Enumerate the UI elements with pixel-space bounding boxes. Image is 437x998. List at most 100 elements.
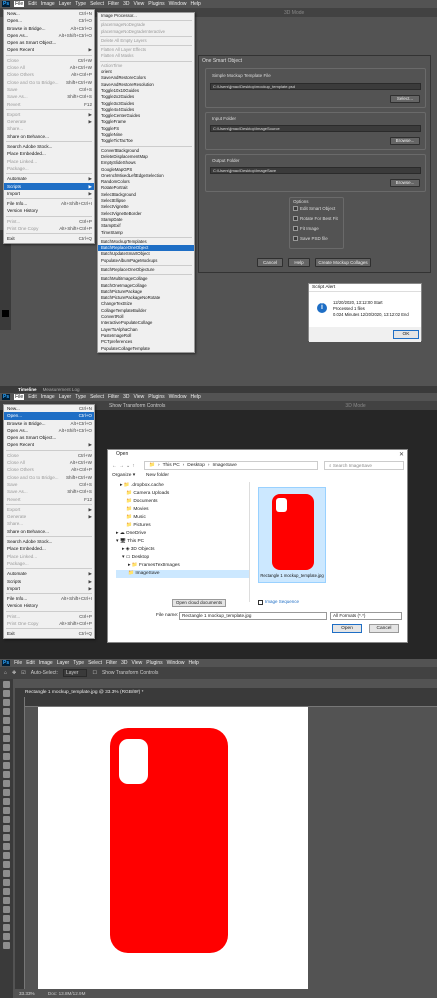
tool-icon[interactable] <box>3 843 10 850</box>
tool-icon[interactable] <box>3 816 10 823</box>
file-menu-item[interactable]: New... Ctrl+N <box>4 10 94 17</box>
measurement-log-tab[interactable]: Measurement Log <box>43 386 80 393</box>
menu-view-2[interactable]: View <box>134 394 145 400</box>
show-transform-checkbox[interactable]: ☐ <box>92 670 96 676</box>
tool-icon[interactable] <box>3 933 10 940</box>
new-folder-button[interactable]: New folder <box>146 473 169 478</box>
file-menu-item[interactable]: Scripts ▶ <box>4 182 94 190</box>
menu-file-2[interactable]: File <box>14 394 25 400</box>
tool-icon[interactable] <box>3 726 10 733</box>
move-tool-icon[interactable]: ✥ <box>12 670 16 676</box>
file-menu-item[interactable]: Package... <box>4 560 94 567</box>
create-mockup-button[interactable]: Create Mockup Collages <box>315 258 371 267</box>
scripts-menu-item[interactable]: PopulateAlbumPageMockups <box>98 258 194 264</box>
file-menu-item[interactable]: Place Linked... <box>4 158 94 165</box>
file-menu-item[interactable]: File Info... Alt+Shift+Ctrl+I <box>4 200 94 207</box>
file-menu-item[interactable]: Browse in Bridge... Alt+Ctrl+O <box>4 25 94 32</box>
menu-edit-2[interactable]: Edit <box>28 394 37 400</box>
open-cancel-button[interactable]: Cancel <box>369 624 399 633</box>
file-thumbnail[interactable]: Rectangle 1 mockup_template.jpg <box>258 487 326 583</box>
tool-icon[interactable] <box>3 861 10 868</box>
menu-3d-2[interactable]: 3D <box>123 394 129 400</box>
select-button[interactable]: Select... <box>390 95 420 103</box>
file-menu-item[interactable]: Print One Copy Alt+Shift+Ctrl+P <box>4 620 94 627</box>
timeline-tab[interactable]: Timeline <box>18 386 37 393</box>
file-menu-item[interactable]: Browse in Bridge... Alt+Ctrl+O <box>4 420 94 427</box>
crumb-imagesave[interactable]: ImageSave <box>212 462 236 469</box>
image-sequence-checkbox[interactable] <box>258 600 263 605</box>
menu-3d-3[interactable]: 3D <box>121 660 127 666</box>
tool-icon[interactable] <box>3 708 10 715</box>
nav-arrows-icon[interactable]: ←→⌄↑ <box>112 463 137 469</box>
file-menu-item[interactable]: Save Ctrl+S <box>4 481 94 488</box>
tool-icon[interactable] <box>3 888 10 895</box>
menu-layer-2[interactable]: Layer <box>59 394 72 400</box>
tree-pictures[interactable]: 📁 Pictures <box>116 522 249 530</box>
tool-icon[interactable] <box>3 753 10 760</box>
file-menu-item[interactable]: Generate ▶ <box>4 513 94 520</box>
tree-desktop[interactable]: ▾ ▭ Desktop <box>116 554 249 562</box>
file-menu-item[interactable]: New... Ctrl+N <box>4 405 94 412</box>
tool-icon[interactable] <box>3 879 10 886</box>
tree-framestextimages[interactable]: ▸ 📁 FramesTextImages <box>116 562 249 570</box>
menu-filter-2[interactable]: Filter <box>108 394 119 400</box>
tree-camera-uploads[interactable]: 📁 Camera Uploads <box>116 490 249 498</box>
file-menu-item[interactable]: Close Ctrl+W <box>4 57 94 64</box>
menu-select-3[interactable]: Select <box>88 660 102 666</box>
tool-icon[interactable] <box>3 798 10 805</box>
menu-view[interactable]: View <box>134 1 145 7</box>
dialog-cancel-button[interactable]: Cancel <box>257 258 283 267</box>
file-menu-item[interactable]: Place Embedded... <box>4 150 94 157</box>
file-menu-item[interactable]: Search Adobe Stock... <box>4 538 94 545</box>
file-menu-item[interactable]: Print... Ctrl+P <box>4 218 94 225</box>
tool-icon[interactable] <box>3 744 10 751</box>
tree-documents[interactable]: 📁 Documents <box>116 498 249 506</box>
tool-icon[interactable] <box>3 780 10 787</box>
auto-select-checkbox[interactable]: ☑ <box>21 670 25 676</box>
scripts-menu-item[interactable]: PopulateCollageTemplate <box>98 346 194 352</box>
scripts-menu-item[interactable]: BatchReplaceOneObjecture <box>98 267 194 273</box>
file-type-select[interactable]: All Formats (*.*) <box>330 612 402 620</box>
file-menu-item[interactable]: Import ▶ <box>4 190 94 197</box>
file-menu-item[interactable]: Exit Ctrl+Q <box>4 630 94 637</box>
file-menu-item[interactable]: Close and Go to Bridge... Shift+Ctrl+W <box>4 79 94 86</box>
menu-help-3[interactable]: Help <box>188 660 198 666</box>
file-menu-item[interactable]: Place Embedded... <box>4 545 94 552</box>
file-menu-item[interactable]: Close Ctrl+W <box>4 452 94 459</box>
menu-file-3[interactable]: File <box>14 660 22 666</box>
scripts-menu-item[interactable]: placeImageNoDegradeInteractive <box>98 29 194 35</box>
menu-help[interactable]: Help <box>190 1 200 7</box>
tree-music[interactable]: 📁 Music <box>116 514 249 522</box>
file-menu-item[interactable]: Share on Behance... <box>4 133 94 140</box>
dialog-help-button[interactable]: Help <box>288 258 310 267</box>
tool-icon[interactable] <box>3 870 10 877</box>
menu-filter-3[interactable]: Filter <box>106 660 117 666</box>
tool-icon[interactable] <box>3 825 10 832</box>
file-menu-item[interactable]: Open As... Alt+Shift+Ctrl+O <box>4 427 94 434</box>
menu-type-2[interactable]: Type <box>75 394 86 400</box>
menu-edit[interactable]: Edit <box>28 1 37 7</box>
home-icon[interactable]: ⌂ <box>4 670 7 676</box>
file-menu-item[interactable]: Open As... Alt+Shift+Ctrl+O <box>4 32 94 39</box>
menu-image-3[interactable]: Image <box>39 660 53 666</box>
scripts-menu-item[interactable]: ToggleTicTacToe <box>98 138 194 144</box>
alert-ok-button[interactable]: OK <box>393 330 419 339</box>
tool-icon[interactable] <box>3 807 10 814</box>
menu-type[interactable]: Type <box>75 1 86 7</box>
file-menu-item[interactable]: Open Recent ▶ <box>4 441 94 448</box>
file-menu-item[interactable]: Generate ▶ <box>4 118 94 125</box>
file-menu-item[interactable]: Exit Ctrl+Q <box>4 235 94 242</box>
save-psd-checkbox[interactable] <box>293 236 298 241</box>
tool-icon[interactable] <box>3 906 10 913</box>
tool-icon[interactable] <box>3 699 10 706</box>
file-menu-item[interactable]: Share on Behance... <box>4 528 94 535</box>
scripts-menu-item[interactable]: Delete All Empty Layers <box>98 38 194 44</box>
file-menu-item[interactable]: Place Linked... <box>4 553 94 560</box>
show-transform-label-2[interactable]: Show Transform Controls <box>109 403 165 409</box>
file-menu-item[interactable]: Share... <box>4 125 94 132</box>
file-menu-item[interactable]: Import ▶ <box>4 585 94 592</box>
tree-this-pc[interactable]: ▾ 🖥 This PC <box>116 538 249 546</box>
file-menu-item[interactable]: Print One Copy Alt+Shift+Ctrl+P <box>4 225 94 232</box>
scripts-menu-item[interactable]: Image Processor... <box>98 13 194 19</box>
scripts-menu-item[interactable]: Flatten All Masks <box>98 53 194 59</box>
